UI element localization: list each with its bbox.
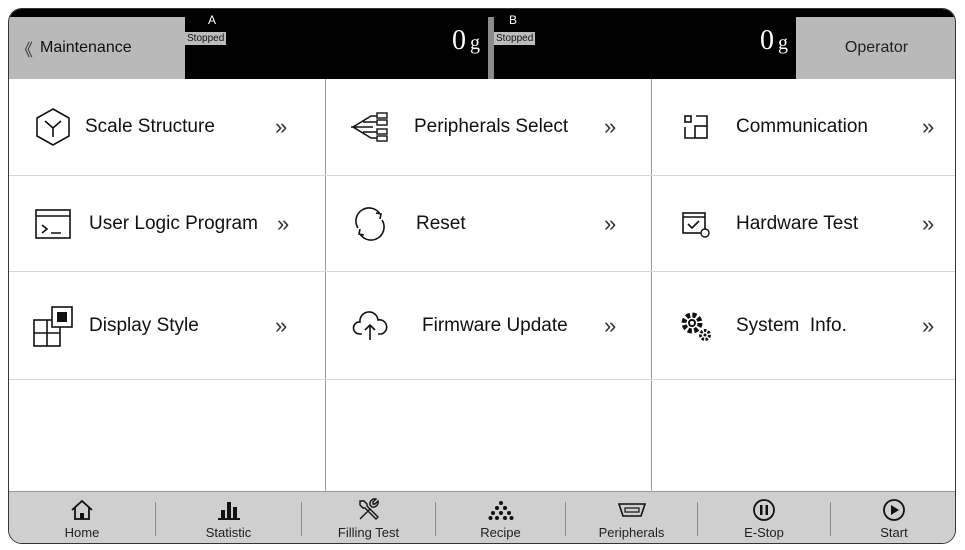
chevron-right-icon: » bbox=[922, 114, 935, 139]
menu-item-scale-structure[interactable]: Scale Structure » bbox=[9, 79, 325, 175]
chevron-right-icon: » bbox=[604, 211, 617, 236]
scale-b-panel: B Stopped 0g bbox=[494, 9, 794, 79]
nav-recipe-button[interactable]: Recipe bbox=[436, 492, 565, 543]
menu-item-reset[interactable]: Reset » bbox=[326, 176, 651, 272]
operator-button[interactable]: Operator bbox=[796, 17, 955, 79]
nav-start-label: Start bbox=[880, 525, 908, 540]
scale-a-weight-value: 0 bbox=[452, 25, 466, 56]
menu-item-user-logic-program[interactable]: User Logic Program » bbox=[9, 176, 325, 272]
nav-estop-button[interactable]: E-Stop bbox=[698, 492, 830, 543]
chevron-right-icon: » bbox=[922, 211, 935, 236]
scale-b-status-badge: Stopped bbox=[494, 32, 536, 45]
scale-a-weight-unit: g bbox=[470, 32, 480, 54]
scale-a-status-badge: Stopped bbox=[185, 32, 227, 45]
branch-tree-icon bbox=[348, 105, 392, 149]
nav-home-label: Home bbox=[64, 525, 100, 540]
gears-icon bbox=[674, 304, 718, 348]
chevron-right-icon: » bbox=[277, 211, 290, 236]
scale-b-letter: B bbox=[509, 13, 518, 27]
menu-label: Peripherals Select bbox=[414, 116, 569, 137]
menu-item-communication[interactable]: Communication » bbox=[652, 79, 955, 175]
back-button[interactable]: 《 Maintenance bbox=[9, 17, 185, 79]
scale-b-weight-value: 0 bbox=[760, 25, 774, 56]
nav-statistic-label: Statistic bbox=[205, 525, 252, 540]
hardware-check-icon bbox=[674, 202, 718, 246]
double-chevron-left-icon: 《 bbox=[16, 40, 33, 60]
nav-estop-label: E-Stop bbox=[744, 525, 784, 540]
nav-recipe-label: Recipe bbox=[480, 525, 521, 540]
connector-port-icon bbox=[617, 497, 647, 523]
communication-icon bbox=[674, 105, 718, 149]
bar-chart-icon bbox=[217, 497, 241, 523]
nav-peripherals-label: Peripherals bbox=[598, 525, 665, 540]
refresh-icon bbox=[348, 202, 392, 246]
menu-item-firmware-update[interactable]: Firmware Update » bbox=[326, 272, 651, 379]
menu-label: User Logic Program bbox=[89, 213, 258, 234]
menu-label: Display Style bbox=[89, 314, 199, 336]
hexagon-structure-icon bbox=[31, 105, 75, 149]
scale-a-panel: A Stopped 0g bbox=[185, 9, 488, 79]
cloud-upload-icon bbox=[348, 304, 392, 348]
chevron-right-icon: » bbox=[922, 312, 935, 338]
chevron-right-icon: » bbox=[275, 114, 288, 139]
nav-home-button[interactable]: Home bbox=[9, 492, 155, 543]
menu-label: System Info. bbox=[736, 314, 847, 336]
scale-a-letter: A bbox=[208, 13, 217, 27]
nav-start-button[interactable]: Start bbox=[831, 492, 955, 543]
scale-b-weight-unit: g bbox=[778, 32, 788, 54]
dots-pyramid-icon bbox=[488, 497, 514, 523]
menu-item-display-style[interactable]: Display Style » bbox=[9, 272, 325, 379]
menu-label: Firmware Update bbox=[422, 314, 568, 336]
menu-item-hardware-test[interactable]: Hardware Test » bbox=[652, 176, 955, 272]
nav-filling-test-button[interactable]: Filling Test bbox=[302, 492, 435, 543]
nav-filling-test-label: Filling Test bbox=[337, 525, 400, 540]
chevron-right-icon: » bbox=[604, 312, 617, 338]
menu-label: Hardware Test bbox=[736, 213, 859, 234]
layout-grid-icon bbox=[31, 304, 75, 348]
scale-a-weight: 0g bbox=[452, 25, 480, 57]
nav-peripherals-button[interactable]: Peripherals bbox=[566, 492, 697, 543]
menu-item-system-info[interactable]: System Info. » bbox=[652, 272, 955, 379]
tools-icon bbox=[357, 497, 381, 523]
menu-item-peripherals-select[interactable]: Peripherals Select » bbox=[326, 79, 651, 175]
home-icon bbox=[70, 497, 94, 523]
play-circle-icon bbox=[882, 497, 906, 523]
header-bar: 《 Maintenance A Stopped 0g B Stopped 0g … bbox=[9, 9, 955, 79]
menu-label: Scale Structure bbox=[85, 116, 215, 137]
chevron-right-icon: » bbox=[275, 312, 288, 338]
terminal-window-icon bbox=[31, 202, 75, 246]
bottom-nav: Home Statistic Filling Test Recipe Perip… bbox=[9, 491, 955, 543]
scale-b-weight: 0g bbox=[760, 25, 788, 57]
menu-label: Communication bbox=[736, 116, 868, 137]
menu-label: Reset bbox=[416, 213, 466, 234]
page-title: Maintenance bbox=[40, 39, 132, 56]
row-divider bbox=[9, 379, 955, 380]
maintenance-menu-grid: Scale Structure » Peripherals Select » C… bbox=[9, 79, 955, 491]
nav-statistic-button[interactable]: Statistic bbox=[156, 492, 301, 543]
chevron-right-icon: » bbox=[604, 114, 617, 139]
app-frame: 《 Maintenance A Stopped 0g B Stopped 0g … bbox=[8, 8, 956, 544]
pause-circle-icon bbox=[752, 497, 776, 523]
